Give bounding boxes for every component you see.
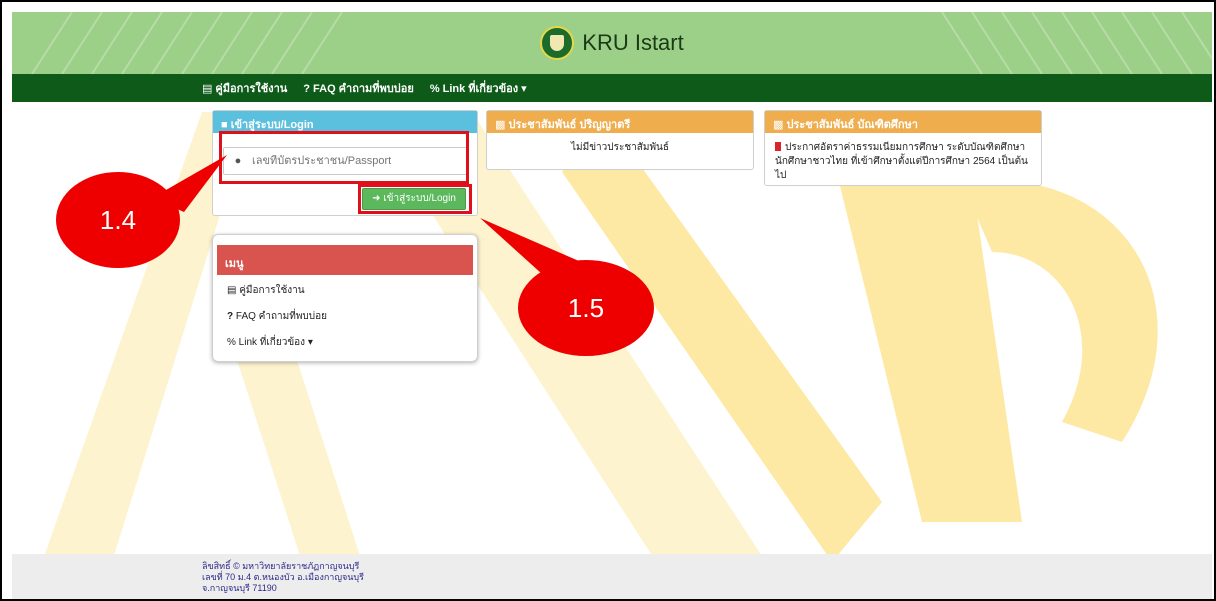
callout-1-5: 1.5 (518, 260, 654, 356)
page: KRU Istart ▤ คู่มือการใช้งาน ? FAQ คำถามที… (0, 0, 1216, 601)
footer-province: จ.กาญจนบุรี 71190 (202, 583, 277, 593)
footer-copyright: ลิขสิทธิ์ © มหาวิทยาลัยราชภัฏกาญจนบุรี (202, 561, 360, 571)
site-footer: ลิขสิทธิ์ © มหาวิทยาลัยราชภัฏกาญจนบุรี เ… (12, 554, 1212, 599)
footer-address: เลขที่ 70 ม.4 ต.หนองบัว อ.เมืองกาญจนบุรี (202, 572, 364, 582)
callout-1-4: 1.4 (56, 172, 180, 268)
